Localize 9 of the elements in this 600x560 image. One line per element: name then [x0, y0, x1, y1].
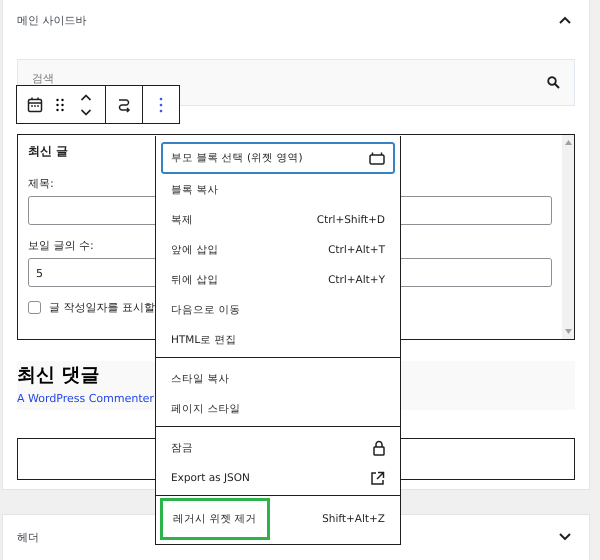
comments-heading: 최신 댓글 — [17, 363, 100, 387]
shortcut-text: Ctrl+Alt+T — [328, 244, 385, 256]
field-label: 제목: — [28, 176, 54, 191]
checkbox-label: 글 작성일자를 표시할 — [49, 300, 155, 315]
shortcut-text: Ctrl+Alt+Y — [328, 274, 385, 286]
widget-title: 최신 글 — [28, 143, 68, 160]
shortcut-text: Ctrl+Shift+D — [316, 214, 385, 226]
field-label: 보일 글의 수: — [28, 238, 94, 253]
shortcut-text: Shift+Alt+Z — [322, 513, 385, 525]
